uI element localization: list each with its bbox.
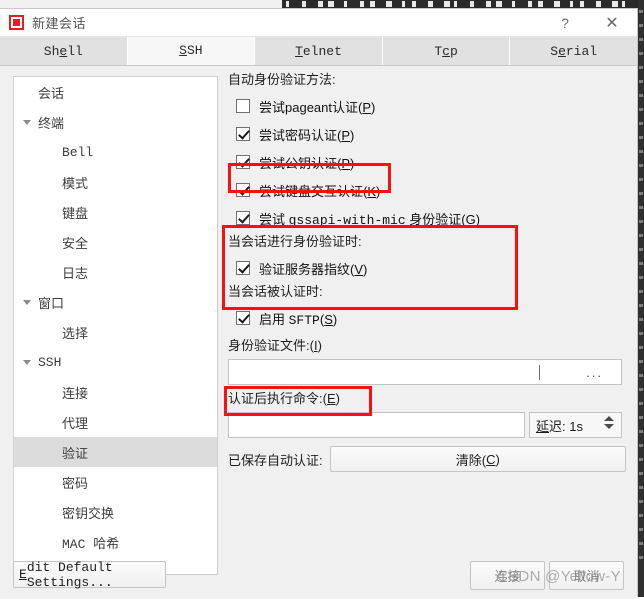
window-title: 新建会话 xyxy=(32,16,87,31)
tree-item-密钥交换[interactable]: 密钥交换 xyxy=(14,497,217,527)
app-root: 新建会话 ? ✕ Sh e ll S SH Telnet Tc p Se rial 会话 终端 Bel… xyxy=(0,0,644,599)
help-button[interactable]: ? xyxy=(543,9,587,36)
text-caret xyxy=(539,365,540,380)
delay-spinner[interactable]: 延迟: 1s xyxy=(529,412,622,438)
chevron-down-icon[interactable] xyxy=(22,357,32,367)
checkbox-label: 验证服务器指纹(V) xyxy=(259,261,368,277)
auth-methods-checkbox-list: 尝试pageant认证(P) 尝试密码认证(P) 尝试公钥认证(P) 尝试键盘交互认证… xyxy=(228,92,626,232)
tree-item-窗口[interactable]: 窗口 xyxy=(14,287,217,317)
checkbox-auth-method-0[interactable]: 尝试pageant认证(P) xyxy=(228,92,626,120)
checkbox-auth-method-3[interactable]: 尝试键盘交互认证(K) xyxy=(228,176,626,204)
title-bar: 新建会话 ? ✕ xyxy=(0,9,637,37)
checkbox-icon[interactable] xyxy=(236,155,250,169)
tree-item-label: 验证 xyxy=(62,445,89,461)
tree-item-密码[interactable]: 密码 xyxy=(14,467,217,497)
edit-default-settings-button[interactable]: Edit Default Settings... xyxy=(13,560,166,590)
checkbox-label: 尝试公钥认证(P) xyxy=(259,155,355,171)
tree-item-label: Bell xyxy=(62,144,94,160)
tree-item-验证[interactable]: 验证 xyxy=(14,437,217,467)
identity-file-input[interactable]: ... xyxy=(228,359,622,385)
chevron-down-icon[interactable] xyxy=(604,424,614,429)
tab-shell[interactable]: Sh e ll xyxy=(0,37,128,65)
background-window-right-edge xyxy=(638,0,644,597)
tree-item-SSH[interactable]: SSH xyxy=(14,347,217,377)
tree-item-代理[interactable]: 代理 xyxy=(14,407,217,437)
exec-command-input[interactable] xyxy=(228,412,525,438)
tree-item-label: 键盘 xyxy=(62,205,89,221)
tree-item-label: 代理 xyxy=(62,415,89,431)
cancel-button[interactable]: 取消 xyxy=(549,561,624,590)
checkbox-icon[interactable] xyxy=(236,183,250,197)
tree-item-label: 密码 xyxy=(62,475,89,491)
chevron-up-icon[interactable] xyxy=(604,416,614,421)
tree-item-label: 日志 xyxy=(62,265,89,281)
tree-item-会话[interactable]: 会话 xyxy=(14,77,217,107)
chevron-down-icon[interactable] xyxy=(22,117,32,127)
checkbox-label: 尝试pageant认证(P) xyxy=(259,99,376,115)
tree-item-label: MAC 哈希 xyxy=(62,536,120,552)
delay-spinner-value: 延迟: 1s xyxy=(536,418,583,434)
tree-item-Bell[interactable]: Bell xyxy=(14,137,217,167)
checkbox-label: 尝试 gssapi-with-mic 身份验证(G) xyxy=(259,211,481,228)
checkbox-label: 启用 SFTP(S) xyxy=(259,311,338,328)
checkbox-icon[interactable] xyxy=(236,99,250,113)
window-controls: ? ✕ xyxy=(543,9,637,36)
auth-methods-group-label: 自动身份验证方法: xyxy=(228,72,336,87)
saved-auth-label: 已保存自动认证: xyxy=(228,452,323,468)
ssh-authentication-pane: 自动身份验证方法: 尝试pageant认证(P) 尝试密码认证(P) 尝试公钥认证(… xyxy=(228,70,626,472)
checkbox-icon[interactable] xyxy=(236,311,250,325)
exec-command-row: 延迟: 1s xyxy=(228,412,626,438)
exec-command-label: 认证后执行命令:(E) xyxy=(228,391,340,406)
clear-saved-auth-button[interactable]: 清除(C) xyxy=(329,446,626,472)
checkbox-auth-method-1[interactable]: 尝试密码认证(P) xyxy=(228,120,626,148)
checkbox-label: 尝试键盘交互认证(K) xyxy=(259,183,381,199)
background-window-toolbar-strip xyxy=(282,0,644,8)
tab-ssh[interactable]: S SH xyxy=(127,37,256,65)
browse-ellipsis-icon[interactable]: ... xyxy=(586,365,603,380)
tab-serial[interactable]: Se rial xyxy=(510,37,637,65)
identity-file-label: 身份验证文件:(I) xyxy=(228,338,322,353)
settings-tree[interactable]: 会话终端 Bell 模式键盘安全日志窗口选择 SSH 连接代理验证密码密钥交换 MAC 哈… xyxy=(13,76,218,575)
tree-item-安全[interactable]: 安全 xyxy=(14,227,217,257)
tree-item-label: 密钥交换 xyxy=(62,505,115,521)
protocol-tabs: Sh e ll S SH Telnet Tc p Se rial xyxy=(0,37,637,66)
on-authenticated-group-label: 当会话被认证时: xyxy=(228,284,323,299)
dialog-content: 会话 终端 Bell 模式 键盘 安全 日志 窗口 选择 SSH 连接 代理 验证 密码 密钥交换 MAC 哈… xyxy=(0,66,637,599)
checkbox-enable-sftp[interactable]: 启用 SFTP(S) xyxy=(228,304,626,332)
tree-item-label: 模式 xyxy=(62,175,89,191)
spinner-arrows-icon[interactable] xyxy=(604,416,614,429)
on-authenticating-group-label: 当会话进行身份验证时: xyxy=(228,234,362,249)
dialog-footer: Edit Default Settings... 连接 取消 xyxy=(0,553,636,599)
chevron-down-icon[interactable] xyxy=(22,297,32,307)
tree-item-连接[interactable]: 连接 xyxy=(14,377,217,407)
tree-item-选择[interactable]: 选择 xyxy=(14,317,217,347)
tree-item-模式[interactable]: 模式 xyxy=(14,167,217,197)
tab-telnet[interactable]: Telnet xyxy=(255,37,383,65)
tree-item-键盘[interactable]: 键盘 xyxy=(14,197,217,227)
checkbox-icon[interactable] xyxy=(236,127,250,141)
tree-item-日志[interactable]: 日志 xyxy=(14,257,217,287)
checkbox-auth-method-4[interactable]: 尝试 gssapi-with-mic 身份验证(G) xyxy=(228,204,626,232)
checkbox-icon[interactable] xyxy=(236,211,250,225)
close-button[interactable]: ✕ xyxy=(587,9,637,36)
tree-item-label: 安全 xyxy=(62,235,89,251)
tree-item-label: 选择 xyxy=(62,325,89,341)
tree-item-终端[interactable]: 终端 xyxy=(14,107,217,137)
saved-auth-row: 已保存自动认证: 清除(C) xyxy=(228,446,626,472)
tree-item-label: 连接 xyxy=(62,385,89,401)
checkbox-icon[interactable] xyxy=(236,261,250,275)
app-icon xyxy=(9,15,24,30)
new-session-dialog: 新建会话 ? ✕ Sh e ll S SH Telnet Tc p Se rial 会话 终端 Bel… xyxy=(0,8,638,599)
checkbox-verify-server-fingerprint[interactable]: 验证服务器指纹(V) xyxy=(228,254,626,282)
tab-tcp[interactable]: Tcp xyxy=(382,37,511,65)
checkbox-label: 尝试密码认证(P) xyxy=(259,127,355,143)
connect-button[interactable]: 连接 xyxy=(470,561,545,590)
tree-item-label: 会话 xyxy=(38,85,65,101)
checkbox-auth-method-2[interactable]: 尝试公钥认证(P) xyxy=(228,148,626,176)
